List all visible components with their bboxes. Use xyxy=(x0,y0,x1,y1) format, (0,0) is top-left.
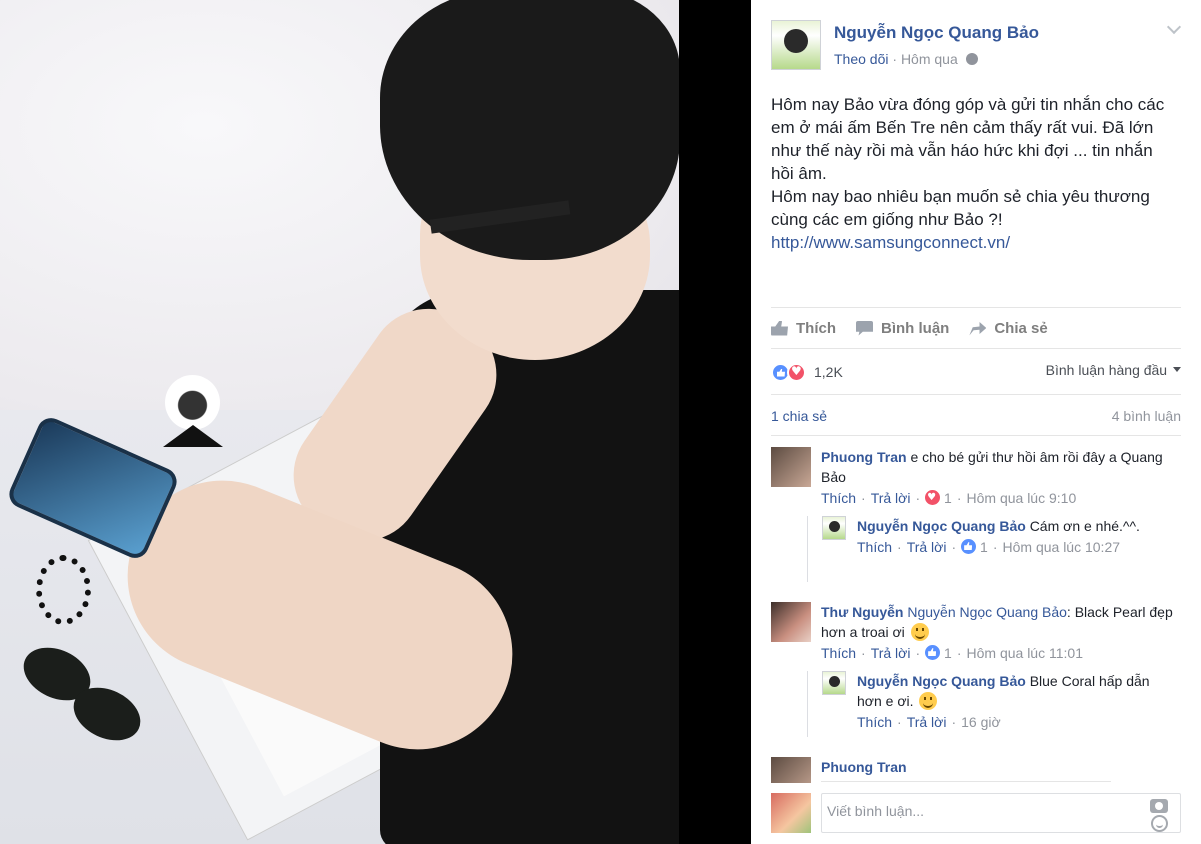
post-actions: Thích Bình luận Chia sẻ xyxy=(771,318,1048,338)
thumbs-up-icon xyxy=(771,320,788,336)
like-label: Thích xyxy=(796,319,836,337)
post-text-line: Hôm nay Bảo vừa đóng góp và gửi tin nhắn… xyxy=(771,95,1165,114)
chevron-down-icon[interactable] xyxy=(1166,19,1182,35)
photo-sunglasses xyxy=(15,637,182,751)
reply-like-link[interactable]: Thích xyxy=(857,539,892,555)
like-button[interactable]: Thích xyxy=(771,318,836,338)
reply-time[interactable]: Hôm qua lúc 10:27 xyxy=(1003,539,1121,555)
comment-label: Bình luận xyxy=(881,319,950,337)
like-reaction-icon xyxy=(961,539,977,554)
divider xyxy=(821,781,1111,782)
commenter-avatar[interactable] xyxy=(771,447,811,487)
current-user-avatar xyxy=(771,793,811,833)
mention-link[interactable]: Nguyễn Ngọc Quang Bảo xyxy=(907,604,1067,620)
reply-like-link[interactable]: Thích xyxy=(857,714,892,730)
comment: Thư Nguyễn Nguyễn Ngọc Quang Bảo: Black … xyxy=(771,602,1181,664)
reply-time[interactable]: 16 giờ xyxy=(961,714,1001,730)
comment-time[interactable]: Hôm qua lúc 9:10 xyxy=(967,490,1077,506)
comment-count[interactable]: 4 bình luận xyxy=(1112,408,1181,424)
post-text-line: hồi âm. xyxy=(771,164,827,183)
divider xyxy=(771,307,1181,308)
reply-body: Nguyễn Ngọc Quang Bảo Cám ơn e nhé.^^. T… xyxy=(857,516,1167,557)
viewer-gap xyxy=(679,0,751,844)
photo-360-camera xyxy=(165,375,220,430)
post-body: Hôm nay Bảo vừa đóng góp và gửi tin nhắn… xyxy=(771,93,1181,254)
author-avatar[interactable] xyxy=(771,20,821,70)
comment-input-box[interactable] xyxy=(821,793,1181,833)
share-button[interactable]: Chia sẻ xyxy=(969,318,1048,338)
reply-footer: Thích · Trả lời · 16 giờ xyxy=(857,714,1001,730)
comment-reaction-count[interactable]: 1 xyxy=(944,490,952,506)
smiley-emoji-icon xyxy=(919,692,938,710)
comment-reply-link[interactable]: Trả lời xyxy=(871,645,911,661)
comment-body: Thư Nguyễn Nguyễn Ngọc Quang Bảo: Black … xyxy=(821,602,1181,663)
photo-person-hair xyxy=(380,0,679,260)
camera-icon[interactable] xyxy=(1150,799,1168,813)
love-reaction-icon xyxy=(925,488,941,508)
comment-like-link[interactable]: Thích xyxy=(821,490,856,506)
reply-text: Cám ơn e nhé.^^. xyxy=(1029,518,1140,534)
post-text-line: em ở mái ấm Bến Tre nên cảm thấy rất vui… xyxy=(771,118,1154,137)
love-reaction-icon xyxy=(787,362,806,382)
comment-sort-label: Bình luận hàng đầu xyxy=(1045,362,1168,378)
meta-separator: · xyxy=(892,51,898,67)
comment-footer: Thích · Trả lời · 1 · Hôm qua lúc 11:01 xyxy=(821,645,1083,661)
commenter-avatar[interactable] xyxy=(771,602,811,642)
comment: Phuong Tran xyxy=(771,757,1181,783)
comment-button[interactable]: Bình luận xyxy=(856,318,949,338)
comment-body: Phuong Tran xyxy=(821,757,1181,777)
post-text-line: Hôm nay bao nhiêu bạn muốn sẻ chia yêu t… xyxy=(771,187,1150,206)
replier-name[interactable]: Nguyễn Ngọc Quang Bảo xyxy=(857,673,1026,689)
divider xyxy=(771,348,1181,349)
share-icon xyxy=(969,322,987,336)
post-link[interactable]: http://www.samsungconnect.vn/ xyxy=(771,231,1181,254)
replier-avatar[interactable] xyxy=(822,671,846,695)
reply-reaction-count[interactable]: 1 xyxy=(980,539,988,555)
author-name[interactable]: Nguyễn Ngọc Quang Bảo xyxy=(834,23,1039,43)
reply-reply-link[interactable]: Trả lời xyxy=(907,714,947,730)
follow-link[interactable]: Theo dõi xyxy=(834,51,888,67)
like-reaction-icon xyxy=(925,645,941,660)
reply-body: Nguyễn Ngọc Quang Bảo Blue Coral hấp dẫn… xyxy=(857,671,1167,732)
photo-bracelet xyxy=(36,555,91,625)
post-photo[interactable] xyxy=(0,0,679,844)
comment-reply: Nguyễn Ngọc Quang Bảo Blue Coral hấp dẫn… xyxy=(807,671,1181,737)
comment-sort-dropdown[interactable]: Bình luận hàng đầu xyxy=(1046,362,1181,378)
share-label: Chia sẻ xyxy=(994,319,1048,337)
replier-avatar[interactable] xyxy=(822,516,846,540)
divider xyxy=(771,394,1181,395)
comment-body: Phuong Tran e cho bé gửi thư hồi âm rồi … xyxy=(821,447,1181,508)
globe-icon xyxy=(965,53,978,65)
post-text-line: cùng các em giống như Bảo ?! xyxy=(771,210,1003,229)
reaction-count: 1,2K xyxy=(814,364,843,380)
comment-reaction-count[interactable]: 1 xyxy=(944,645,952,661)
comment-icon xyxy=(856,320,873,336)
emoji-icon xyxy=(910,623,929,641)
post-sidebar: Nguyễn Ngọc Quang Bảo Theo dõi · Hôm qua… xyxy=(751,0,1201,844)
comment-time[interactable]: Hôm qua lúc 11:01 xyxy=(967,645,1083,661)
reply-footer: Thích · Trả lời · 1 · Hôm qua lúc 10:27 xyxy=(857,539,1121,555)
post-text-line: như thế này rồi mà vẫn háo hức khi đợi .… xyxy=(771,141,1153,160)
share-count-link[interactable]: 1 chia sẻ xyxy=(771,408,827,424)
emoji-picker-icon[interactable] xyxy=(1151,815,1168,832)
reply-reply-link[interactable]: Trả lời xyxy=(907,539,947,555)
divider xyxy=(771,435,1181,436)
replier-name[interactable]: Nguyễn Ngọc Quang Bảo xyxy=(857,518,1026,534)
commenter-name[interactable]: Thư Nguyễn xyxy=(821,604,903,620)
comment-input[interactable] xyxy=(827,803,1127,819)
commenter-name[interactable]: Phuong Tran xyxy=(821,759,907,775)
comment-footer: Thích·Trả lời· 1·Hôm qua lúc 9:10 xyxy=(821,488,1181,508)
reaction-summary[interactable]: 1,2K xyxy=(771,361,843,383)
comment-composer xyxy=(771,793,1181,833)
comment-reply-link[interactable]: Trả lời xyxy=(871,490,911,506)
post-meta: Theo dõi · Hôm qua xyxy=(834,51,978,67)
commenter-avatar[interactable] xyxy=(771,757,811,783)
caret-down-icon xyxy=(1173,367,1181,372)
comment: Phuong Tran e cho bé gửi thư hồi âm rồi … xyxy=(771,447,1181,508)
post-time[interactable]: Hôm qua xyxy=(901,51,958,67)
comment-reply: Nguyễn Ngọc Quang Bảo Cám ơn e nhé.^^. T… xyxy=(807,516,1181,582)
commenter-name[interactable]: Phuong Tran xyxy=(821,449,907,465)
comment-like-link[interactable]: Thích xyxy=(821,645,856,661)
